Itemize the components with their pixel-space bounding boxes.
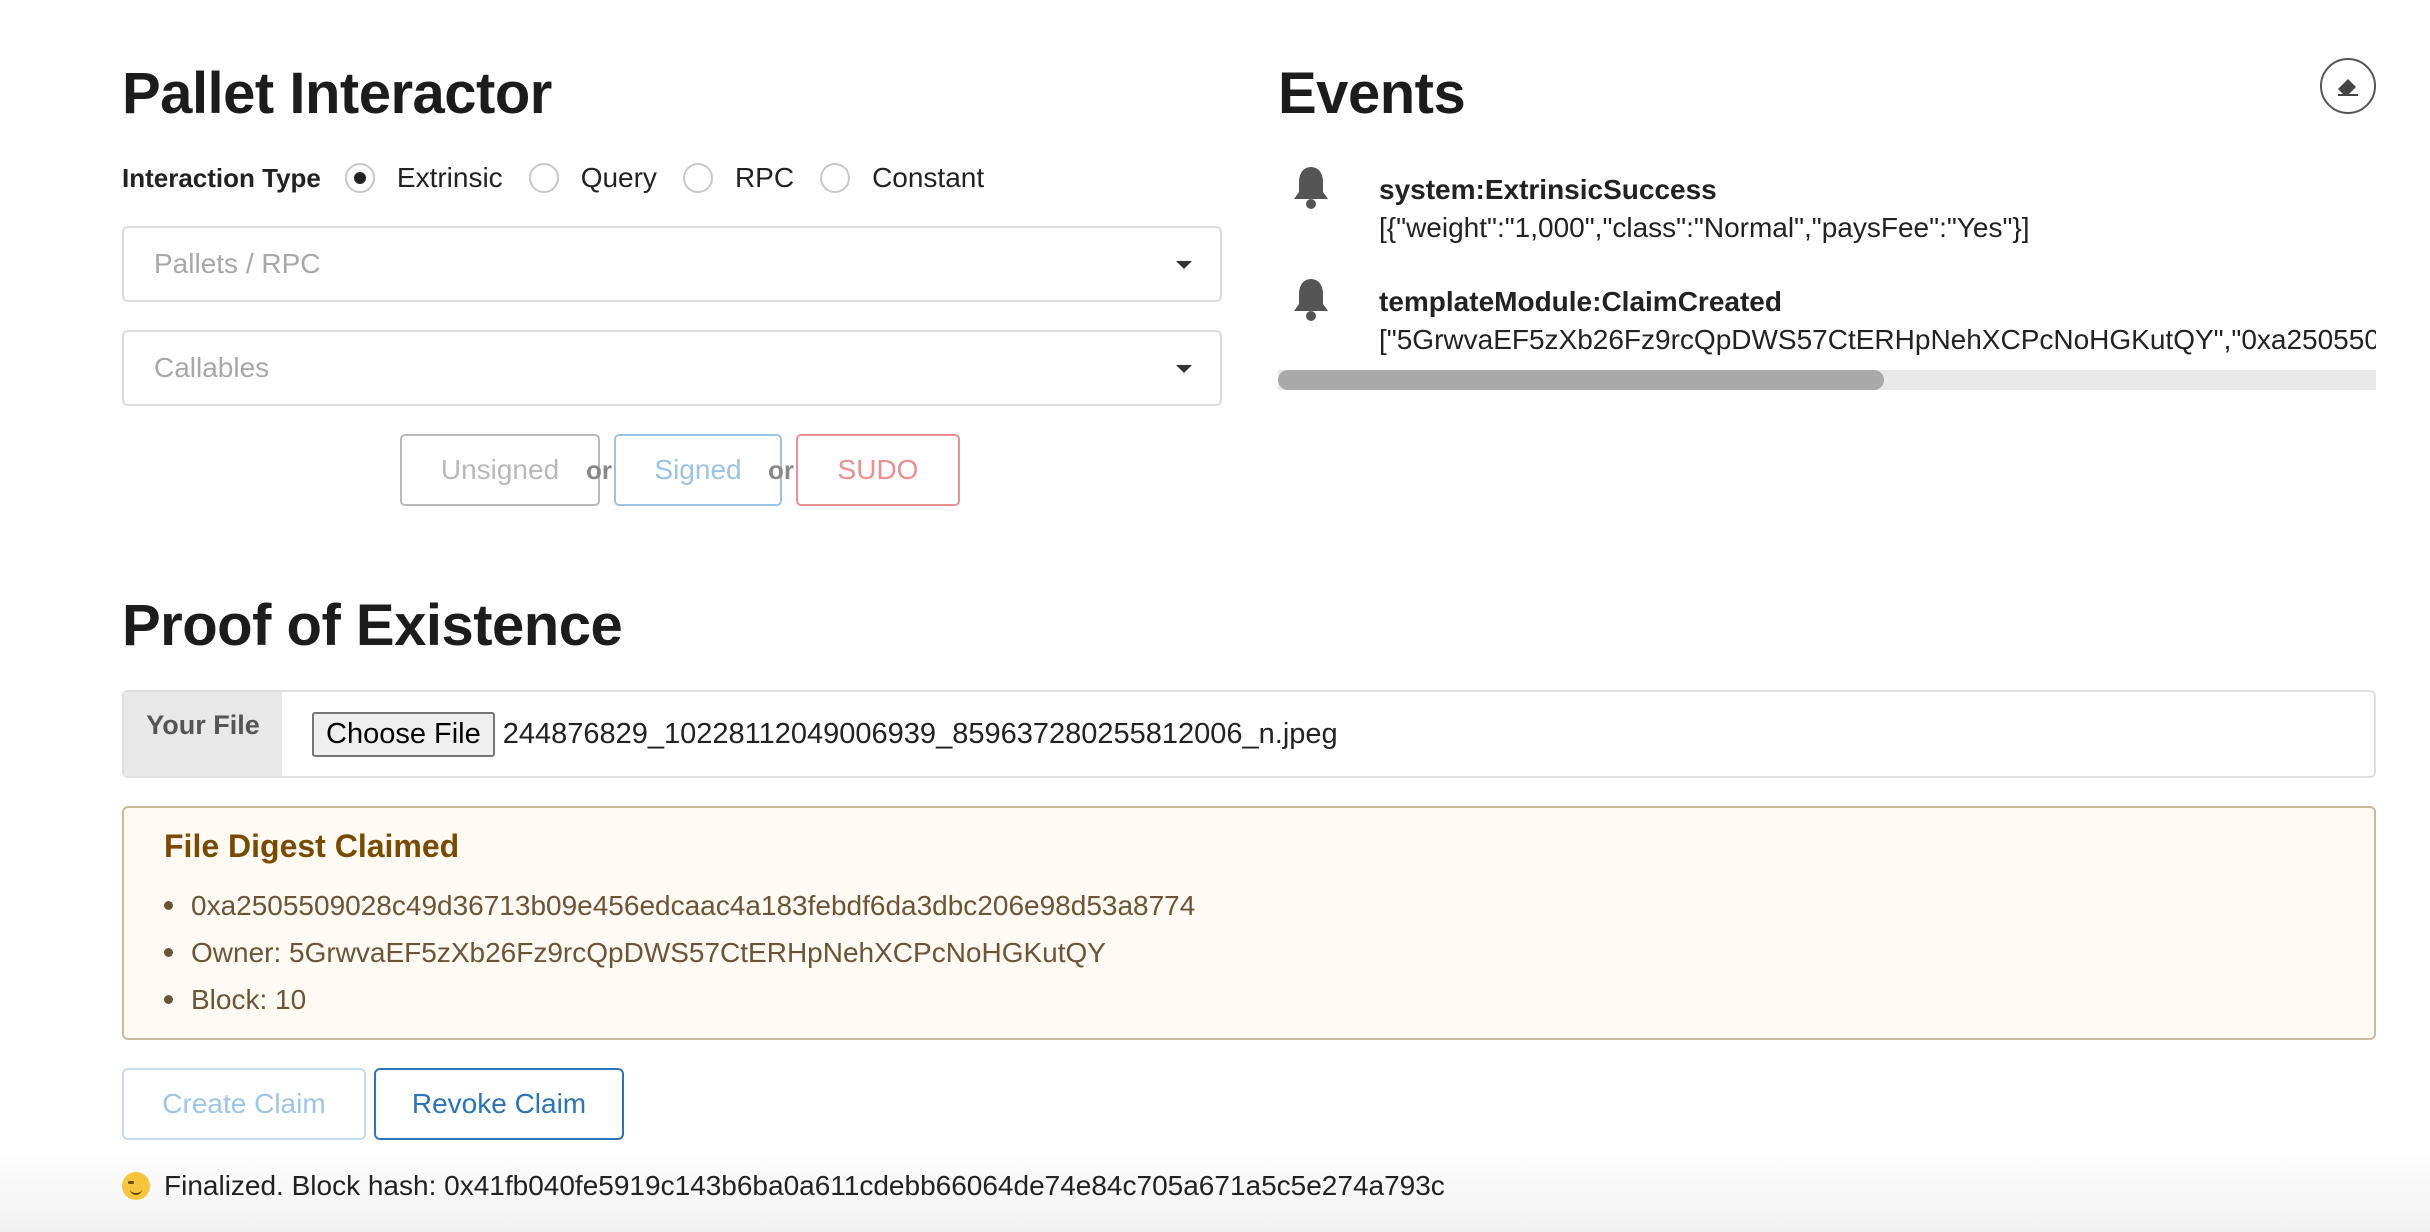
create-claim-button[interactable]: Create Claim [122,1068,366,1140]
claim-owner: Owner: 5GrwvaEF5zXb26Fz9rcQpDWS57CtERHpN… [164,929,1195,976]
pallets-dropdown[interactable]: Pallets / RPC [122,226,1222,302]
file-input-row: Your File Choose File 244876829_10228112… [122,690,2376,778]
bell-icon [1294,167,1328,209]
status-text: Finalized. Block hash: 0x41fb040fe5919c1… [164,1170,1445,1201]
clear-events-button[interactable] [2320,58,2376,114]
radio-dot-icon[interactable] [528,163,559,193]
eraser-icon [2338,79,2358,96]
claim-message: File Digest Claimed 0xa2505509028c49d367… [122,806,2376,1040]
radio-dot-icon[interactable] [682,163,713,193]
bell-icon [1294,279,1328,321]
or-separator: or [768,454,794,485]
event-item: system:ExtrinsicSuccess [{"weight":"1,00… [1290,164,2376,244]
unsigned-button[interactable]: Unsigned [400,434,600,506]
events-scrollbar-thumb[interactable] [1278,370,1884,390]
choose-file-button[interactable]: Choose File [312,711,495,757]
your-file-label: Your File [124,692,282,776]
claim-details-list: 0xa2505509028c49d36713b09e456edcaac4a183… [164,882,1195,1023]
event-name: system:ExtrinsicSuccess [1379,174,1717,205]
radio-rpc-label: RPC [734,162,795,193]
interaction-type-group: Interaction Type Extrinsic Query RPC Con… [122,156,1010,200]
pallet-interactor-title: Pallet Interactor [122,61,552,126]
radio-query-label: Query [580,162,657,193]
transaction-status: Finalized. Block hash: 0x41fb040fe5919c1… [122,1170,1445,1202]
radio-query[interactable]: Query [528,162,657,194]
wink-emoji-icon [122,1172,150,1200]
caret-down-icon [1176,261,1192,269]
radio-dot-icon[interactable] [820,163,851,193]
file-input[interactable]: Choose File 244876829_10228112049006939_… [282,692,1338,776]
signing-button-group: Unsigned or Signed or SUDO [400,434,960,506]
caret-down-icon [1176,365,1192,373]
radio-extrinsic-label: Extrinsic [396,162,503,193]
pallets-placeholder: Pallets / RPC [154,248,321,279]
event-args: [{"weight":"1,000","class":"Normal","pay… [1379,212,2030,243]
revoke-claim-button[interactable]: Revoke Claim [374,1068,624,1140]
radio-constant-label: Constant [872,162,985,193]
event-name: templateModule:ClaimCreated [1379,286,1782,317]
callables-dropdown[interactable]: Callables [122,330,1222,406]
radio-dot-icon[interactable] [344,163,375,193]
claim-digest: 0xa2505509028c49d36713b09e456edcaac4a183… [164,882,1195,929]
event-args: ["5GrwvaEF5zXb26Fz9rcQpDWS57CtERHpNehXCP… [1379,324,2376,355]
proof-of-existence-title: Proof of Existence [122,593,623,658]
or-separator: or [586,454,612,485]
file-name: 244876829_10228112049006939_859637280255… [502,717,1338,750]
claim-title: File Digest Claimed [164,828,460,864]
sudo-button[interactable]: SUDO [796,434,960,506]
claim-block: Block: 10 [164,976,1195,1023]
event-item: templateModule:ClaimCreated ["5GrwvaEF5z… [1290,276,2376,362]
radio-constant[interactable]: Constant [820,162,984,194]
interaction-type-label: Interaction Type [122,162,321,193]
radio-extrinsic[interactable]: Extrinsic [344,162,503,194]
signed-button[interactable]: Signed [614,434,782,506]
callables-placeholder: Callables [154,352,270,383]
radio-rpc[interactable]: RPC [682,162,795,194]
events-title: Events [1278,61,1466,126]
